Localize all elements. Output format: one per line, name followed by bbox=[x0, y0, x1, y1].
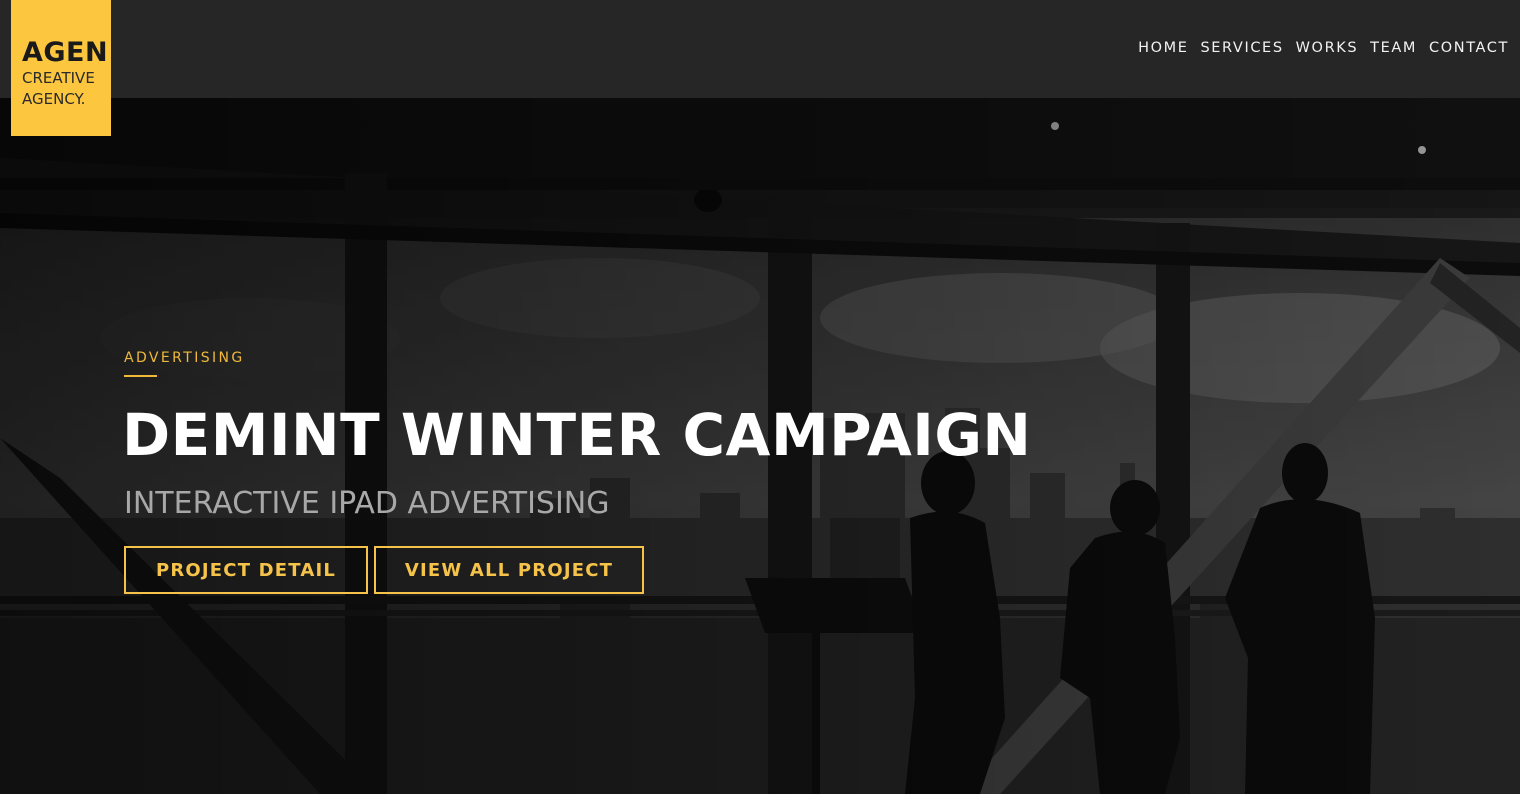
nav-services-link[interactable]: SERVICES bbox=[1200, 38, 1283, 58]
nav-team-link[interactable]: TEAM bbox=[1370, 38, 1417, 58]
brand-tagline-line1: CREATIVE bbox=[22, 69, 95, 87]
top-navbar: HOME SERVICES WORKS TEAM CONTACT bbox=[0, 0, 1520, 98]
brand-logo[interactable]: AGEN CREATIVE AGENCY. bbox=[11, 0, 111, 136]
hero-subtitle: INTERACTIVE IPAD ADVERTISING bbox=[124, 486, 610, 521]
view-all-projects-button[interactable]: VIEW ALL PROJECT bbox=[374, 546, 644, 594]
nav-home-link[interactable]: HOME bbox=[1138, 38, 1188, 58]
hero-category-label: ADVERTISING bbox=[124, 350, 245, 366]
hero-category-underline bbox=[124, 375, 157, 377]
brand-tagline-line2: AGENCY. bbox=[22, 90, 86, 108]
nav-contact-link[interactable]: CONTACT bbox=[1429, 38, 1509, 58]
nav-works-link[interactable]: WORKS bbox=[1296, 38, 1359, 58]
main-nav: HOME SERVICES WORKS TEAM CONTACT bbox=[1138, 38, 1509, 58]
hero-title: DEMINT WINTER CAMPAIGN bbox=[122, 401, 1032, 469]
project-detail-button[interactable]: PROJECT DETAIL bbox=[124, 546, 368, 594]
brand-name: AGEN bbox=[22, 37, 109, 68]
